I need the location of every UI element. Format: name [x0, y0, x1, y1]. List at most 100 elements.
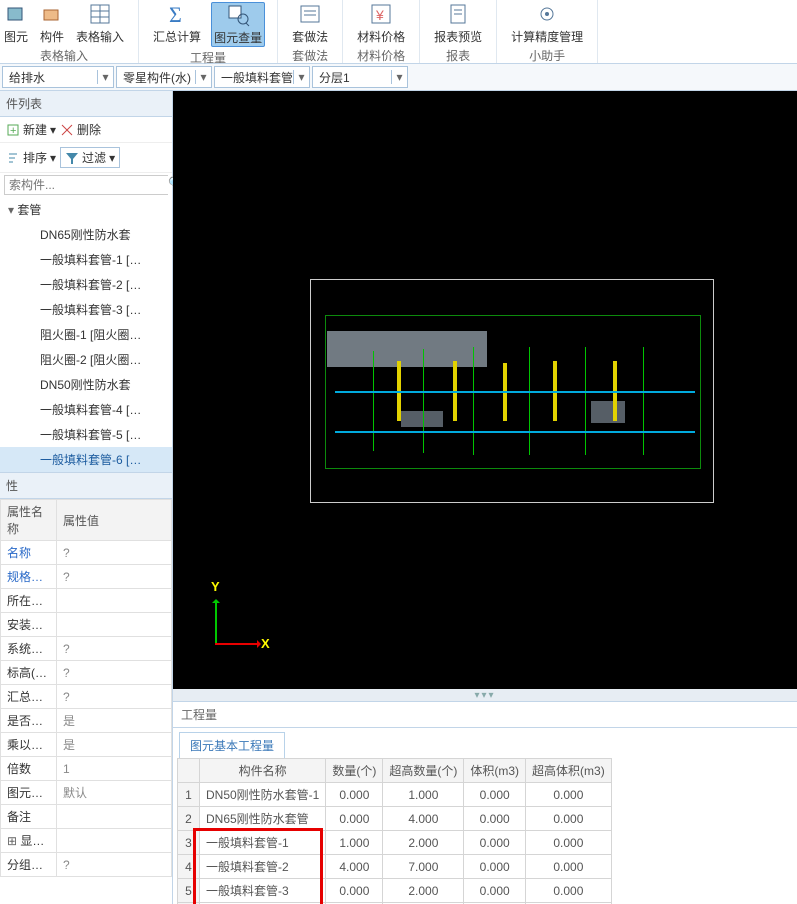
tree-item[interactable]: 一般填料套管-3 […	[0, 297, 172, 322]
table-row[interactable]: 4一般填料套管-24.0007.0000.0000.000	[178, 855, 612, 879]
chevron-down-icon[interactable]: ▾	[97, 70, 113, 84]
table-cell: 一般填料套管-3	[200, 879, 326, 903]
property-value[interactable]	[57, 613, 172, 637]
table-row[interactable]: 3一般填料套管-11.0002.0000.0000.000	[178, 831, 612, 855]
ribbon-group-title: 小助手	[529, 47, 565, 64]
axis-gizmo: Y X	[203, 597, 263, 657]
property-row: 安装…	[1, 613, 172, 637]
drawing-line	[373, 351, 374, 451]
combo-system[interactable]: 给排水 ▾	[2, 66, 114, 88]
chevron-down-icon[interactable]: ▾	[391, 70, 407, 84]
property-value[interactable]: ?	[57, 661, 172, 685]
split-handle[interactable]: ▾▾▾	[173, 689, 797, 701]
property-name: 是否…	[1, 709, 57, 733]
tree-item[interactable]: 阻火圈-2 [阻火圈…	[0, 347, 172, 372]
property-value[interactable]	[57, 805, 172, 829]
table-cell: 2.000	[383, 831, 464, 855]
tree-item[interactable]: DN65刚性防水套	[0, 222, 172, 247]
ribbon-btn-report[interactable]: 报表预览	[432, 2, 484, 45]
ribbon-btn-table-input[interactable]: 表格输入	[74, 2, 126, 45]
quantity-title: 工程量	[173, 702, 797, 728]
axis-x	[215, 643, 259, 645]
tree-root[interactable]: 套管	[0, 197, 172, 222]
property-name: 备注	[1, 805, 57, 829]
combo-category[interactable]: 零星构件(水) ▾	[116, 66, 212, 88]
tree-item[interactable]: 一般填料套管-1 […	[0, 247, 172, 272]
property-value[interactable]: 默认	[57, 781, 172, 805]
table-row[interactable]: 2DN65刚性防水套管0.0004.0000.0000.000	[178, 807, 612, 831]
table-cell: 0.000	[326, 879, 383, 903]
search-icon	[226, 3, 250, 27]
combo-layer[interactable]: 分层1 ▾	[312, 66, 408, 88]
property-value[interactable]: ?	[57, 637, 172, 661]
axis-label-x: X	[261, 636, 270, 651]
table-row[interactable]: 5一般填料套管-30.0002.0000.0000.000	[178, 879, 612, 903]
property-name: 规格…	[1, 565, 57, 589]
property-value[interactable]: ?	[57, 565, 172, 589]
sort-button[interactable]: 排序 ▾	[6, 149, 56, 166]
table-cell: 0.000	[526, 807, 612, 831]
grid-icon	[88, 2, 112, 26]
drawing-viewport[interactable]: Y X	[173, 91, 797, 689]
axis-y	[215, 601, 217, 645]
tree-item[interactable]: 一般填料套管-4 […	[0, 397, 172, 422]
ribbon-btn-price[interactable]: ¥ 材料价格	[355, 2, 407, 45]
property-row: 备注	[1, 805, 172, 829]
table-header: 超高体积(m3)	[526, 759, 612, 783]
tree-item[interactable]: 一般填料套管-2 […	[0, 272, 172, 297]
drawing-line	[473, 347, 474, 455]
property-value[interactable]: 是	[57, 733, 172, 757]
svg-text:Σ: Σ	[169, 2, 182, 26]
property-row: 分组…?	[1, 853, 172, 877]
property-value[interactable]	[57, 589, 172, 613]
table-header: 体积(m3)	[464, 759, 526, 783]
table-row[interactable]: 1DN50刚性防水套管-10.0001.0000.0000.000	[178, 783, 612, 807]
property-value[interactable]: ?	[57, 541, 172, 565]
ribbon-btn-precision[interactable]: 计算精度管理	[509, 2, 585, 45]
tree-item[interactable]: 一般填料套管-6 […	[0, 447, 172, 472]
tree-item[interactable]: 一般填料套管-5 […	[0, 422, 172, 447]
filter-button[interactable]: 过滤 ▾	[60, 147, 120, 168]
ribbon-btn-query[interactable]: 图元查量	[211, 2, 265, 47]
delete-icon	[60, 123, 74, 137]
drawing-block	[327, 331, 487, 367]
table-cell: 0.000	[464, 807, 526, 831]
chevron-down-icon[interactable]: ▾	[293, 70, 309, 84]
property-value[interactable]: ?	[57, 685, 172, 709]
property-value[interactable]: ?	[57, 853, 172, 877]
new-button[interactable]: + 新建 ▾	[6, 121, 56, 138]
search-input[interactable]	[5, 176, 168, 194]
property-value[interactable]: 1	[57, 757, 172, 781]
context-toolbar: 给排水 ▾ 零星构件(水) ▾ 一般填料套管-6 ▾ 分层1 ▾	[0, 64, 797, 91]
table-cell: 0.000	[464, 879, 526, 903]
tab-basic-quantity[interactable]: 图元基本工程量	[179, 732, 285, 758]
table-cell: 1.000	[326, 831, 383, 855]
drawing-line	[335, 431, 695, 433]
svg-text:+: +	[10, 125, 16, 137]
table-cell: 4.000	[383, 807, 464, 831]
table-header	[178, 759, 200, 783]
ribbon-btn-method[interactable]: 套做法	[290, 2, 330, 45]
property-name: 汇总…	[1, 685, 57, 709]
ribbon-btn-component[interactable]: 构件	[38, 2, 66, 45]
property-row: 规格…?	[1, 565, 172, 589]
recv-icon	[40, 2, 64, 26]
property-row: 是否…是	[1, 709, 172, 733]
table-cell: 4	[178, 855, 200, 879]
table-cell: 2.000	[383, 879, 464, 903]
ribbon-btn-sum[interactable]: Σ 汇总计算	[151, 2, 203, 47]
price-icon: ¥	[369, 2, 393, 26]
delete-button[interactable]: 删除	[60, 121, 101, 138]
list-icon	[298, 2, 322, 26]
drawing-line	[585, 347, 586, 455]
quantity-panel: 工程量 图元基本工程量 构件名称数量(个)超高数量(个)体积(m3)超高体积(m…	[173, 701, 797, 904]
tree-item[interactable]: DN50刚性防水套	[0, 372, 172, 397]
combo-component[interactable]: 一般填料套管-6 ▾	[214, 66, 310, 88]
chevron-down-icon[interactable]: ▾	[195, 70, 211, 84]
ribbon-btn-element[interactable]: 图元	[2, 2, 30, 45]
table-cell: 2	[178, 807, 200, 831]
property-value[interactable]	[57, 829, 172, 853]
table-header: 数量(个)	[326, 759, 383, 783]
tree-item[interactable]: 阻火圈-1 [阻火圈…	[0, 322, 172, 347]
property-value[interactable]: 是	[57, 709, 172, 733]
